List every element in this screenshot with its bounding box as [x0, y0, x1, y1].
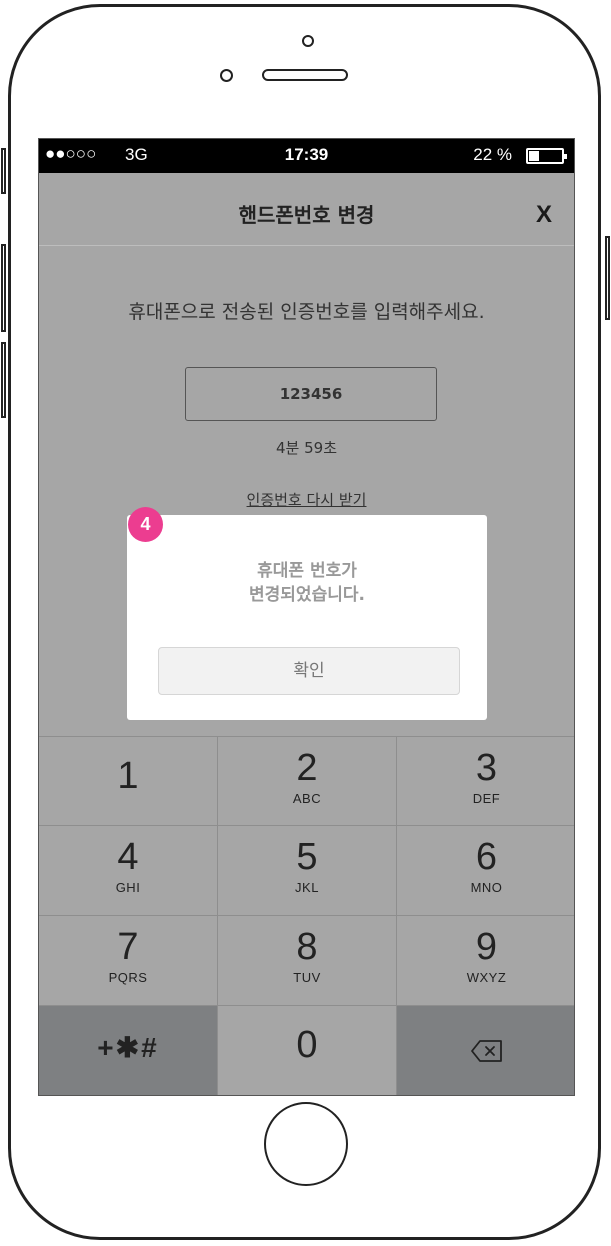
key-1[interactable]: 1 — [39, 736, 218, 826]
key-letters: PQRS — [108, 970, 148, 985]
home-button[interactable] — [264, 1102, 348, 1186]
key-letters: DEF — [472, 791, 501, 806]
key-2[interactable]: 2 ABC — [218, 736, 397, 826]
key-letters: MNO — [470, 880, 503, 895]
status-bar: ●●○○○ 3G 17:39 22 % — [39, 139, 574, 173]
screen: ●●○○○ 3G 17:39 22 % 핸드폰번호 변경 X 휴대폰으로 전송된… — [38, 138, 575, 1096]
key-digit: 1 — [117, 755, 139, 797]
annotation-badge: 4 — [128, 507, 163, 542]
countdown-timer: 4분 59초 — [276, 439, 337, 457]
key-digit: 9 — [475, 926, 498, 968]
key-8[interactable]: 8 TUV — [218, 916, 397, 1006]
key-letters: ABC — [292, 791, 322, 806]
close-button[interactable]: X — [536, 201, 552, 229]
key-9[interactable]: 9 WXYZ — [397, 916, 574, 1006]
front-camera — [302, 35, 314, 47]
volume-down-button — [1, 342, 6, 418]
dialog-message-line1: 휴대폰 번호가 — [257, 561, 357, 581]
key-digit: 8 — [296, 926, 318, 968]
key-symbols[interactable]: +✱# — [39, 1006, 218, 1095]
key-digit: 0 — [296, 1024, 318, 1066]
key-4[interactable]: 4 GHI — [39, 826, 218, 916]
key-backspace[interactable] — [397, 1006, 574, 1095]
key-digit: 5 — [296, 836, 318, 878]
earpiece-speaker — [262, 69, 348, 81]
battery-percent: 22 % — [473, 145, 512, 164]
key-digit: 3 — [475, 747, 498, 789]
key-letters: JKL — [295, 880, 319, 895]
key-7[interactable]: 7 PQRS — [39, 916, 218, 1006]
dialog-message-line2: 변경되었습니다. — [249, 585, 365, 605]
page-title: 핸드폰번호 변경 — [238, 203, 375, 227]
key-0[interactable]: 0 — [218, 1006, 397, 1095]
key-letters: TUV — [293, 970, 321, 985]
key-letters: GHI — [115, 880, 141, 895]
key-digit: 6 — [475, 836, 498, 878]
backspace-icon — [471, 1040, 502, 1062]
key-3[interactable]: 3 DEF — [397, 736, 574, 826]
key-6[interactable]: 6 MNO — [397, 826, 574, 916]
nav-bar: 핸드폰번호 변경 X — [39, 173, 574, 246]
alert-dialog: 휴대폰 번호가 변경되었습니다. 확인 — [127, 515, 487, 720]
volume-up-button — [1, 244, 6, 332]
verification-code-input[interactable]: 123456 — [185, 367, 437, 421]
key-digit: 4 — [117, 836, 139, 878]
battery-icon — [526, 148, 567, 164]
power-button — [605, 236, 610, 320]
confirm-button[interactable]: 확인 — [158, 647, 460, 695]
symbols-label: +✱# — [97, 1032, 159, 1063]
key-letters: WXYZ — [466, 970, 507, 985]
resend-code-link[interactable]: 인증번호 다시 받기 — [39, 489, 574, 510]
mute-switch — [1, 148, 6, 194]
instruction-text: 휴대폰으로 전송된 인증번호를 입력해주세요. — [128, 301, 485, 323]
dialog-message: 휴대폰 번호가 변경되었습니다. — [127, 559, 487, 607]
proximity-sensor — [220, 69, 233, 82]
key-digit: 2 — [296, 747, 318, 789]
key-5[interactable]: 5 JKL — [218, 826, 397, 916]
numeric-keypad: 1 2 ABC 3 DEF 4 GHI 5 JKL 6 MNO 7 PQRS 8… — [39, 736, 574, 1095]
key-digit: 7 — [117, 926, 139, 968]
